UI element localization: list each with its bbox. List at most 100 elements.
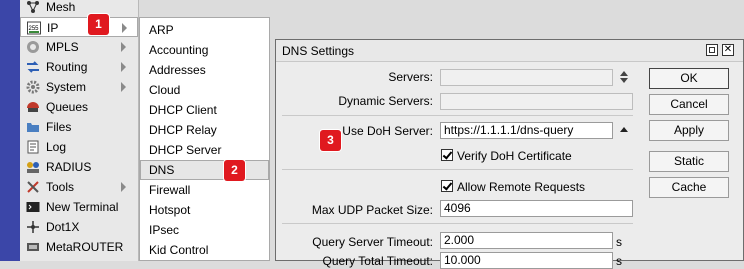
- query-server-timeout-label: Query Server Timeout:: [312, 235, 433, 249]
- submenu-item-accounting[interactable]: Accounting: [140, 40, 269, 60]
- menu-item-tools[interactable]: Tools: [20, 177, 138, 197]
- menu-item-files[interactable]: Files: [20, 117, 138, 137]
- dialog-title: DNS Settings: [282, 44, 355, 58]
- menu-item-system[interactable]: System: [20, 77, 138, 97]
- maximize-icon[interactable]: [706, 44, 718, 56]
- queues-icon: [27, 102, 39, 112]
- close-icon[interactable]: ✕: [722, 44, 734, 56]
- menu-item-label: Routing: [46, 60, 88, 74]
- apply-button[interactable]: Apply: [649, 120, 729, 141]
- submenu-item-label: ARP: [149, 23, 174, 37]
- allow-remote-label: Allow Remote Requests: [457, 180, 586, 194]
- menu-item-label: Dot1X: [46, 220, 80, 234]
- menu-item-radius[interactable]: RADIUS: [20, 157, 138, 177]
- seconds-unit: s: [616, 235, 622, 249]
- tools-icon: [27, 181, 39, 193]
- menu-item-label: MetaROUTER: [46, 240, 124, 254]
- cache-button[interactable]: Cache: [649, 177, 729, 198]
- files-folder-icon: [27, 123, 39, 132]
- submenu-item-ipsec[interactable]: IPsec: [140, 220, 269, 240]
- menu-item-label: System: [46, 80, 87, 94]
- submenu-item-label: Cloud: [149, 83, 181, 97]
- submenu-item-label: DHCP Server: [149, 143, 222, 157]
- submenu-item-dhcp-server[interactable]: DHCP Server: [140, 140, 269, 160]
- ip-icon: 255: [27, 21, 41, 35]
- menu-item-new-terminal[interactable]: New Terminal: [20, 197, 138, 217]
- dynamic-servers-label: Dynamic Servers:: [338, 94, 433, 108]
- max-udp-label: Max UDP Packet Size:: [311, 203, 433, 217]
- dialog-titlebar[interactable]: DNS Settings ✕: [276, 40, 743, 62]
- menu-item-queues[interactable]: Queues: [20, 97, 138, 117]
- max-udp-input[interactable]: 4096: [440, 200, 633, 217]
- submenu-item-label: Kid Control: [149, 243, 209, 257]
- query-total-timeout-label: Query Total Timeout:: [322, 254, 434, 268]
- use-doh-input[interactable]: https://1.1.1.1/dns-query: [440, 122, 613, 139]
- menu-item-ip[interactable]: 255 IP: [20, 17, 138, 37]
- main-menu: Mesh 255 IP MPLS Routing System Queues F…: [20, 0, 139, 261]
- submenu-item-label: DHCP Relay: [149, 123, 217, 137]
- submenu-item-dhcp-relay[interactable]: DHCP Relay: [140, 120, 269, 140]
- chevron-right-icon: [122, 23, 127, 33]
- dns-settings-dialog: DNS Settings ✕ Servers: Dynamic Servers:…: [275, 39, 744, 269]
- radius-icon: [27, 162, 39, 173]
- menu-item-label: Queues: [46, 100, 89, 114]
- mesh-icon: [27, 1, 39, 13]
- servers-label: Servers:: [388, 70, 433, 84]
- left-panel-strip: [0, 0, 20, 261]
- query-server-timeout-input[interactable]: 2.000: [440, 232, 613, 249]
- cancel-button[interactable]: Cancel: [649, 94, 729, 115]
- submenu-item-addresses[interactable]: Addresses: [140, 60, 269, 80]
- step-badge-2: 2: [224, 160, 245, 181]
- submenu-item-label: IPsec: [149, 223, 180, 237]
- submenu-item-firewall[interactable]: Firewall: [140, 180, 269, 200]
- menu-item-log[interactable]: Log: [20, 137, 138, 157]
- menu-item-label: Files: [46, 120, 72, 134]
- ok-button[interactable]: OK: [649, 68, 729, 89]
- divider: [282, 169, 633, 170]
- submenu-item-label: Addresses: [149, 63, 206, 77]
- menu-item-mesh[interactable]: Mesh: [20, 0, 138, 17]
- menu-item-routing[interactable]: Routing: [20, 57, 138, 77]
- sort-updown-icon[interactable]: [619, 70, 629, 84]
- verify-doh-checkbox[interactable]: [441, 149, 453, 161]
- menu-item-label: IP: [47, 21, 59, 35]
- submenu-item-kid-control[interactable]: Kid Control: [140, 240, 269, 260]
- submenu-item-dhcp-client[interactable]: DHCP Client: [140, 100, 269, 120]
- menu-item-label: Mesh: [46, 0, 76, 14]
- chevron-right-icon: [121, 42, 126, 52]
- menu-item-metarouter[interactable]: MetaROUTER: [20, 237, 138, 257]
- step-badge-1: 1: [88, 14, 109, 35]
- dynamic-servers-field: [440, 93, 633, 110]
- chevron-right-icon: [121, 182, 126, 192]
- menu-item-label: Log: [46, 140, 67, 154]
- submenu-item-label: DHCP Client: [149, 103, 217, 117]
- submenu-item-dns[interactable]: DNS: [140, 160, 269, 180]
- submenu-item-hotspot[interactable]: Hotspot: [140, 200, 269, 220]
- seconds-unit: s: [616, 254, 622, 268]
- step-badge-3: 3: [320, 130, 341, 151]
- servers-field[interactable]: [440, 69, 613, 86]
- menu-item-mpls[interactable]: MPLS: [20, 37, 138, 57]
- verify-doh-label: Verify DoH Certificate: [457, 149, 572, 163]
- checkmark-icon: [442, 149, 453, 160]
- divider: [282, 223, 633, 224]
- static-button[interactable]: Static: [649, 151, 729, 172]
- checkmark-icon: [442, 180, 453, 191]
- submenu-item-label: Firewall: [149, 183, 191, 197]
- submenu-item-cloud[interactable]: Cloud: [140, 80, 269, 100]
- ip-submenu: ARP Accounting Addresses Cloud DHCP Clie…: [139, 17, 270, 261]
- chevron-right-icon: [121, 82, 126, 92]
- allow-remote-checkbox[interactable]: [441, 180, 453, 192]
- submenu-item-label: Accounting: [149, 43, 209, 57]
- dot1x-icon: [27, 221, 39, 233]
- submenu-item-label: Hotspot: [149, 203, 191, 217]
- terminal-icon: [26, 202, 40, 212]
- chevron-right-icon: [121, 62, 126, 72]
- menu-item-dot1x[interactable]: Dot1X: [20, 217, 138, 237]
- submenu-item-arp[interactable]: ARP: [140, 20, 269, 40]
- submenu-item-label: DNS: [149, 163, 175, 177]
- use-doh-label: Use DoH Server:: [342, 124, 433, 138]
- collapse-up-icon[interactable]: [619, 126, 629, 133]
- menu-item-label: New Terminal: [46, 200, 119, 214]
- menu-item-label: MPLS: [46, 40, 79, 54]
